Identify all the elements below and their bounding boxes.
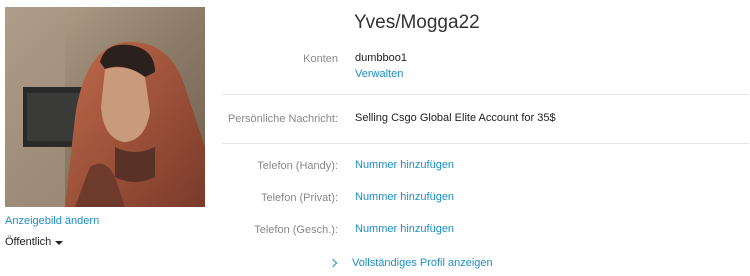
add-work-number-link[interactable]: Nummer hinzufügen	[355, 223, 454, 235]
chevron-down-icon	[55, 240, 64, 245]
change-picture-link[interactable]: Anzeigebild ändern	[5, 215, 99, 227]
profile-photo-image	[5, 7, 205, 207]
add-mobile-number-link[interactable]: Nummer hinzufügen	[355, 159, 454, 171]
personal-message-label: Persönliche Nachricht:	[227, 113, 338, 125]
display-name: Yves/Mogga22	[354, 12, 480, 33]
chevron-right-icon	[328, 258, 338, 268]
visibility-dropdown[interactable]: Öffentlich	[5, 236, 64, 248]
full-profile-label: Vollständiges Profil anzeigen	[352, 257, 493, 269]
divider	[222, 94, 749, 95]
visibility-label: Öffentlich	[5, 236, 52, 248]
phone-home-label: Telefon (Privat):	[260, 192, 338, 204]
accounts-value: dumbboo1	[355, 52, 407, 64]
manage-accounts-link[interactable]: Verwalten	[355, 68, 403, 80]
phone-mobile-label: Telefon (Handy):	[257, 160, 338, 172]
phone-work-label: Telefon (Gesch.):	[254, 224, 338, 236]
divider	[222, 143, 749, 144]
accounts-label: Konten	[303, 53, 338, 65]
add-home-number-link[interactable]: Nummer hinzufügen	[355, 191, 454, 203]
view-full-profile-link[interactable]: Vollständiges Profil anzeigen	[328, 257, 493, 269]
profile-picture[interactable]	[5, 7, 205, 207]
personal-message-value[interactable]: Selling Csgo Global Elite Account for 35…	[355, 112, 556, 124]
